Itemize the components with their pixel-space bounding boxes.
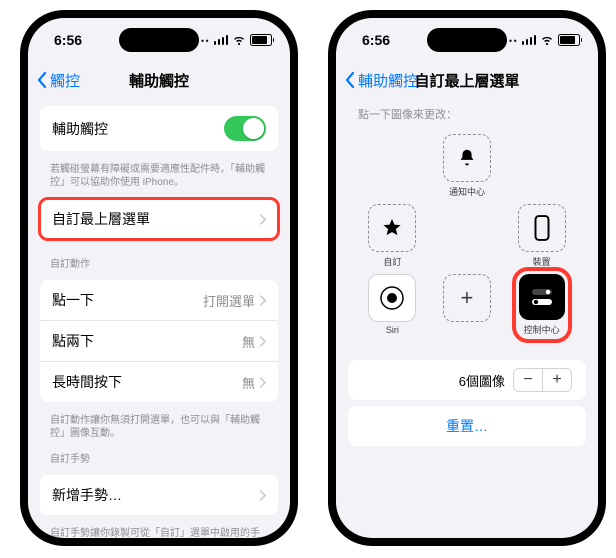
control-center-icon — [529, 287, 555, 307]
stepper: − + — [513, 368, 572, 392]
hint-text: 點一下圖像來更改： — [336, 98, 598, 126]
row-label: 長時間按下 — [52, 372, 122, 392]
highlighted-slot: 控制中心 — [516, 271, 568, 339]
phone-frame-left: 6:56 ⋯ 觸控 輔助觸控 輔助觸控 若觸碰螢幕有障礙或需要適應性配件時，「輔… — [20, 10, 298, 546]
phone-frame-right: 6:56 ⋯ 輔助觸控 自訂最上層選單 點一下圖像來更改： 通知中心 自訂 裝置… — [328, 10, 606, 546]
signal-icon — [522, 35, 537, 45]
chevron-left-icon — [344, 71, 356, 89]
row-label: 新增手勢… — [52, 485, 122, 505]
long-press-row[interactable]: 長時間按下 無 — [40, 361, 278, 402]
nav-bar: 觸控 輔助觸控 — [28, 62, 290, 98]
slot-label: Siri — [386, 325, 399, 335]
slot-label: 通知中心 — [449, 185, 485, 198]
screen-left: 6:56 ⋯ 觸控 輔助觸控 輔助觸控 若觸碰螢幕有障礙或需要適應性配件時，「輔… — [28, 18, 290, 538]
status-time: 6:56 — [362, 32, 390, 48]
row-value: 無 — [242, 332, 255, 351]
chevron-right-icon — [259, 377, 266, 388]
dynamic-island — [119, 28, 199, 52]
customize-top-menu-row[interactable]: 自訂最上層選單 — [40, 199, 278, 239]
double-tap-row[interactable]: 點兩下 無 — [40, 320, 278, 361]
screen-right: 6:56 ⋯ 輔助觸控 自訂最上層選單 點一下圖像來更改： 通知中心 自訂 裝置… — [336, 18, 598, 538]
row-value: 無 — [242, 373, 255, 392]
row-label: 點一下 — [52, 290, 94, 310]
battery-icon — [250, 34, 272, 46]
plus-icon: + — [443, 274, 491, 322]
chevron-right-icon — [259, 214, 266, 225]
back-label: 觸控 — [50, 70, 80, 91]
single-tap-row[interactable]: 點一下 打開選單 — [40, 280, 278, 320]
star-icon — [381, 217, 403, 239]
row-label: 自訂最上層選單 — [52, 209, 150, 229]
back-button[interactable]: 觸控 — [36, 70, 80, 91]
slot-siri[interactable]: Siri — [368, 274, 416, 336]
back-button[interactable]: 輔助觸控 — [344, 70, 418, 91]
reset-button[interactable]: 重置… — [348, 406, 586, 446]
row-value: 打開選單 — [203, 291, 255, 310]
icon-grid: 通知中心 自訂 裝置 Siri + 控制中心 — [336, 126, 598, 352]
chevron-right-icon — [259, 295, 266, 306]
icon-count-row: 6個圖像 − + — [348, 360, 586, 400]
wifi-icon — [232, 35, 246, 45]
phone-icon — [534, 215, 550, 241]
count-label: 6個圖像 — [459, 371, 505, 390]
footer-text: 自訂動作讓你無須打開選單，也可以與「輔助觸控」圖像互動。 — [28, 410, 290, 442]
slot-notification[interactable]: 通知中心 — [443, 134, 491, 198]
slot-device[interactable]: 裝置 — [518, 204, 566, 268]
chevron-left-icon — [36, 71, 48, 89]
chevron-right-icon — [259, 336, 266, 347]
footer-text: 若觸碰螢幕有障礙或需要適應性配件時，「輔助觸控」可以協助你使用 iPhone。 — [28, 159, 290, 191]
slot-add[interactable]: + — [443, 274, 491, 336]
dynamic-island — [427, 28, 507, 52]
new-gesture-row[interactable]: 新增手勢… — [40, 475, 278, 515]
slot-label: 控制中心 — [524, 323, 560, 336]
nav-title: 輔助觸控 — [129, 70, 189, 91]
toggle-switch[interactable] — [224, 116, 266, 141]
back-label: 輔助觸控 — [358, 70, 418, 91]
slot-custom[interactable]: 自訂 — [368, 204, 416, 268]
nav-title: 自訂最上層選單 — [414, 70, 519, 91]
row-label: 點兩下 — [52, 331, 94, 351]
section-header: 自訂動作 — [28, 247, 290, 272]
toggle-label: 輔助觸控 — [52, 119, 108, 139]
stepper-minus[interactable]: − — [514, 369, 542, 391]
slot-label: 裝置 — [533, 255, 551, 268]
section-header: 自訂手勢 — [28, 442, 290, 467]
footer-text: 自訂手勢讓你錄製可從「自訂」選單中啟用的手勢。 — [28, 523, 290, 538]
chevron-right-icon — [259, 490, 266, 501]
siri-icon — [379, 285, 405, 311]
slot-label: 自訂 — [383, 255, 401, 268]
signal-icon — [214, 35, 229, 45]
stepper-plus[interactable]: + — [542, 369, 571, 391]
slot-control-center[interactable]: 控制中心 — [519, 274, 565, 336]
status-time: 6:56 — [54, 32, 82, 48]
wifi-icon — [540, 35, 554, 45]
battery-icon — [558, 34, 580, 46]
assistive-touch-toggle-row[interactable]: 輔助觸控 — [40, 106, 278, 151]
nav-bar: 輔助觸控 自訂最上層選單 — [336, 62, 598, 98]
bell-icon — [456, 147, 478, 169]
